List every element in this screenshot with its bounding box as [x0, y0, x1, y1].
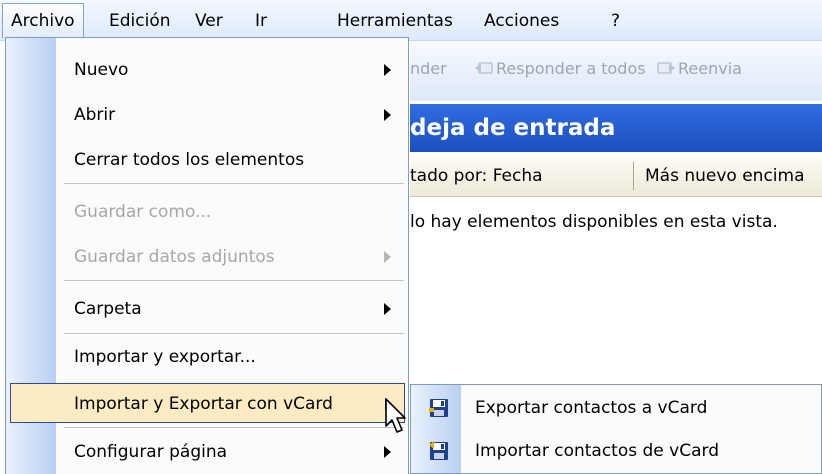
submenu-arrow-icon [385, 398, 392, 410]
submenu-arrow-icon [384, 64, 391, 76]
submenu-item-label: Importar contactos de vCard [475, 441, 719, 461]
empty-view-message: lo hay elementos disponibles en esta vis… [410, 212, 778, 232]
menu-separator [64, 427, 404, 428]
file-menu-dropdown: Nuevo Abrir Cerrar todos los elementos G… [5, 37, 409, 474]
forward-button[interactable]: Reenvia [656, 59, 742, 78]
menu-ir[interactable]: Ir [249, 7, 273, 35]
menu-bar: Archivo Edición Ver Ir Herramientas Acci… [0, 0, 822, 41]
menu-item-label: Importar y exportar... [74, 347, 256, 367]
floppy-import-icon [429, 441, 448, 460]
reply-all-label: Responder a todos [496, 59, 646, 78]
forward-icon [657, 62, 675, 74]
menu-ayuda[interactable]: ? [605, 7, 626, 35]
submenu-item-exportar-vcard[interactable]: Exportar contactos a vCard [411, 388, 821, 428]
reply-button[interactable]: nder [410, 59, 447, 78]
standard-toolbar: nder Responder a todos Reenvia [410, 41, 822, 101]
folder-title-text: deja de entrada [410, 115, 616, 141]
forward-label: Reenvia [678, 59, 742, 78]
sort-separator [633, 162, 634, 190]
menu-item-label: Guardar datos adjuntos [74, 247, 275, 267]
menu-item-label: Cerrar todos los elementos [74, 150, 305, 170]
menu-item-carpeta[interactable]: Carpeta [6, 289, 408, 329]
menu-separator [64, 183, 404, 184]
reply-all-button[interactable]: Responder a todos [474, 59, 646, 78]
menu-item-nuevo[interactable]: Nuevo [6, 50, 408, 90]
sort-by-label[interactable]: tado por: Fecha [410, 156, 543, 196]
reply-label: nder [410, 59, 447, 78]
submenu-arrow-icon [384, 109, 391, 121]
menu-acciones[interactable]: Acciones [478, 7, 565, 35]
vcard-submenu: Exportar contactos a vCard Importar cont… [410, 384, 822, 474]
menu-item-label: Carpeta [74, 299, 142, 319]
menu-item-label: Abrir [74, 105, 116, 125]
menu-item-configurar-pagina[interactable]: Configurar página [6, 432, 408, 472]
menu-item-cerrar-todos[interactable]: Cerrar todos los elementos [6, 140, 408, 180]
arrange-bar: tado por: Fecha Más nuevo encima [410, 156, 822, 197]
menu-item-guardar-como: Guardar como... [6, 192, 408, 232]
menu-item-vcard[interactable]: Importar y Exportar con vCard [10, 383, 405, 423]
menu-separator [64, 280, 404, 281]
menu-separator [64, 333, 404, 334]
menu-item-importar-exportar[interactable]: Importar y exportar... [6, 337, 408, 377]
menu-item-label: Importar y Exportar con vCard [74, 394, 333, 414]
submenu-item-importar-vcard[interactable]: Importar contactos de vCard [411, 431, 821, 471]
menu-herramientas[interactable]: Herramientas [331, 7, 459, 35]
submenu-arrow-icon [384, 251, 391, 263]
menu-item-guardar-adjuntos: Guardar datos adjuntos [6, 237, 408, 277]
submenu-arrow-icon [384, 303, 391, 315]
submenu-item-label: Exportar contactos a vCard [475, 398, 708, 418]
menu-edicion[interactable]: Edición [103, 7, 177, 35]
folder-title: deja de entrada [410, 104, 822, 152]
submenu-arrow-icon [384, 446, 391, 458]
menu-ver[interactable]: Ver [189, 7, 229, 35]
sort-order-label[interactable]: Más nuevo encima [645, 156, 805, 196]
menu-item-label: Configurar página [74, 442, 228, 462]
reply-all-icon [475, 62, 493, 74]
menu-item-label: Guardar como... [74, 202, 212, 222]
menu-item-label: Nuevo [74, 60, 129, 80]
menu-item-abrir[interactable]: Abrir [6, 95, 408, 135]
floppy-export-icon [429, 399, 448, 417]
menu-archivo[interactable]: Archivo [2, 3, 84, 38]
